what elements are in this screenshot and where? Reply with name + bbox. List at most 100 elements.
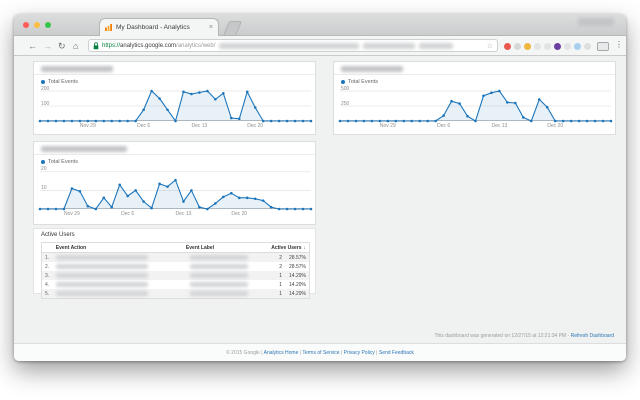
footer-link[interactable]: Analytics Home bbox=[264, 350, 299, 356]
event-label-cell bbox=[190, 255, 268, 260]
x-axis-tick: Dec 13 bbox=[491, 123, 508, 129]
x-axis-tick: Dec 20 bbox=[547, 123, 564, 129]
browser-toolbar: ← → ↻ ⌂ https://analytics.google.com/ana… bbox=[14, 36, 626, 56]
active-users-percent: 14.29% bbox=[289, 290, 306, 297]
legend: Total Events bbox=[41, 79, 78, 85]
row-rank: 3. bbox=[45, 272, 50, 279]
active-users-count: 1 bbox=[279, 290, 282, 297]
legend-label: Total Events bbox=[348, 79, 378, 85]
reload-icon[interactable]: ↻ bbox=[58, 40, 66, 52]
minimize-window-button[interactable] bbox=[34, 22, 40, 28]
close-window-button[interactable] bbox=[23, 22, 29, 28]
desktop: My Dashboard - Analytics × ← → ↻ ⌂ https… bbox=[0, 0, 640, 400]
y-axis-tick: 500 bbox=[341, 85, 350, 92]
active-users-count: 2 bbox=[279, 254, 282, 261]
sort-desc-icon[interactable]: ↓ bbox=[302, 245, 310, 251]
generated-note: This dashboard was generated on 12/27/15… bbox=[434, 333, 614, 339]
secure-lock-icon bbox=[93, 41, 99, 49]
x-axis-tick: Nov 29 bbox=[379, 123, 396, 129]
active-users-table: Event Action Event Label Active Users ↓ … bbox=[41, 242, 310, 299]
total-events-chart-2: 500 250 Nov 29 Dec 6 Dec 13 Dec 20 bbox=[338, 85, 613, 129]
legend: Total Events bbox=[341, 79, 378, 85]
dashboard-content: Total Events 200 100 Nov 29 Dec 6 Dec 13 Dec … bbox=[14, 56, 626, 361]
table-row: 3. 1 14.29% bbox=[42, 271, 309, 280]
x-axis-tick: Dec 20 bbox=[231, 211, 248, 217]
column-header-event-label[interactable]: Event Label bbox=[186, 245, 262, 251]
chart-card-2: Total Events 500 250 Nov 29 Dec 6 Dec 13 Dec … bbox=[333, 61, 616, 135]
table-row: 2. 2 28.57% bbox=[42, 262, 309, 271]
redacted-event-label bbox=[190, 255, 248, 260]
redacted-event-label bbox=[190, 264, 248, 269]
x-axis-tick: Dec 13 bbox=[191, 123, 208, 129]
column-header-active-users[interactable]: Active Users bbox=[262, 245, 301, 251]
legend-label: Total Events bbox=[48, 159, 78, 165]
event-label-cell bbox=[190, 273, 268, 278]
active-users-percent: 28.57% bbox=[289, 263, 306, 270]
x-axis-tick: Dec 20 bbox=[247, 123, 264, 129]
titlebar-redacted-label bbox=[578, 18, 614, 26]
profile-icon[interactable] bbox=[597, 42, 609, 51]
copyright: © 2015 Google | bbox=[226, 350, 263, 356]
event-label-cell bbox=[190, 264, 268, 269]
y-axis-tick: 100 bbox=[41, 100, 50, 107]
event-action-cell bbox=[54, 291, 190, 296]
event-action-cell bbox=[54, 273, 190, 278]
extension-icon[interactable] bbox=[574, 43, 581, 50]
browser-menu-icon[interactable]: ⋮ bbox=[615, 40, 623, 49]
back-icon[interactable]: ← bbox=[28, 40, 37, 52]
column-header-event-action[interactable]: Event Action bbox=[54, 245, 186, 251]
table-row: 5. 1 14.29% bbox=[42, 289, 309, 298]
y-axis-tick: 250 bbox=[341, 100, 350, 107]
analytics-favicon-icon bbox=[105, 24, 112, 31]
page-footer: © 2015 Google | Analytics Home | Terms o… bbox=[14, 343, 626, 361]
url-redacted-segment bbox=[419, 42, 454, 49]
legend: Total Events bbox=[41, 159, 78, 165]
active-users-percent: 14.29% bbox=[289, 272, 306, 279]
redacted-event-label bbox=[190, 273, 248, 278]
active-users-percent: 28.57% bbox=[289, 254, 306, 261]
titlebar: My Dashboard - Analytics × bbox=[14, 14, 626, 36]
row-rank: 5. bbox=[45, 290, 50, 297]
active-users-percent: 14.29% bbox=[289, 281, 306, 288]
y-axis-tick: 20 bbox=[41, 166, 47, 173]
active-users-card: Active Users Event Action Event Label Ac… bbox=[33, 228, 316, 299]
table-title: Active Users bbox=[41, 232, 75, 238]
browser-window: My Dashboard - Analytics × ← → ↻ ⌂ https… bbox=[14, 14, 626, 361]
new-tab-button[interactable] bbox=[222, 21, 243, 36]
footer-link[interactable]: Terms of Service bbox=[302, 350, 339, 356]
event-action-cell bbox=[54, 264, 190, 269]
series-dot-icon bbox=[41, 160, 45, 164]
y-axis-tick: 10 bbox=[41, 184, 47, 191]
extension-icon[interactable] bbox=[504, 43, 511, 50]
event-action-cell bbox=[54, 282, 190, 287]
chart-card-3: Total Events 20 10 Nov 29 Dec 6 Dec 13 Dec 20 bbox=[33, 141, 316, 225]
total-events-chart-1: 200 100 Nov 29 Dec 6 Dec 13 Dec 20 bbox=[38, 86, 313, 129]
tab-close-icon[interactable]: × bbox=[209, 24, 213, 31]
forward-icon[interactable]: → bbox=[43, 40, 52, 52]
extension-icon[interactable] bbox=[554, 43, 561, 50]
address-bar[interactable]: https://analytics.google.com/analytics/w… bbox=[88, 39, 498, 52]
refresh-dashboard-link[interactable]: Refresh Dashboard bbox=[571, 333, 614, 339]
total-events-chart-3: 20 10 Nov 29 Dec 6 Dec 13 Dec 20 bbox=[38, 166, 313, 217]
x-axis-tick: Dec 6 bbox=[137, 123, 151, 129]
event-label-cell bbox=[190, 291, 268, 296]
zoom-window-button[interactable] bbox=[45, 22, 51, 28]
extension-icon[interactable] bbox=[544, 43, 551, 50]
redacted-event-action bbox=[56, 255, 148, 260]
row-rank: 2. bbox=[45, 263, 50, 270]
footer-link[interactable]: Send Feedback bbox=[379, 350, 414, 356]
browser-tab[interactable]: My Dashboard - Analytics × bbox=[99, 18, 219, 36]
extension-icon[interactable] bbox=[514, 43, 521, 50]
legend-label: Total Events bbox=[48, 79, 78, 85]
home-icon[interactable]: ⌂ bbox=[73, 40, 78, 52]
url-redacted-segment bbox=[219, 42, 360, 49]
extension-icon[interactable] bbox=[584, 43, 591, 50]
redacted-event-action bbox=[56, 264, 148, 269]
bookmark-star-icon[interactable]: ☆ bbox=[487, 42, 493, 50]
footer-link[interactable]: Privacy Policy bbox=[344, 350, 375, 356]
extension-icon[interactable] bbox=[534, 43, 541, 50]
x-axis-tick: Nov 29 bbox=[79, 123, 96, 129]
extension-icon[interactable] bbox=[524, 43, 531, 50]
extension-icon[interactable] bbox=[564, 43, 571, 50]
widget-title-redacted bbox=[41, 146, 127, 152]
